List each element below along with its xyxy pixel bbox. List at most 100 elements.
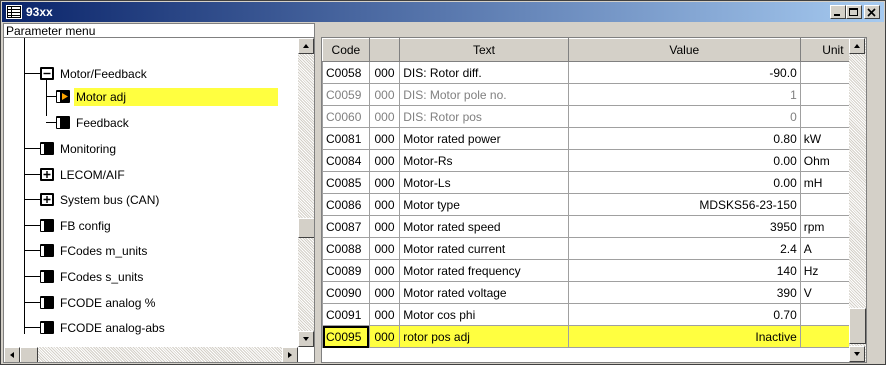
column-header-code[interactable]: Code — [322, 38, 370, 62]
cell-value[interactable]: 1 — [567, 83, 801, 106]
table-row[interactable]: C0060 000 DIS: Rotor pos 0 — [322, 105, 866, 128]
cell-text[interactable]: Motor rated power — [399, 127, 569, 150]
table-row[interactable]: C0085 000 Motor-Ls 0.00 mH — [322, 171, 866, 194]
tree-item[interactable]: FCodes m_units — [40, 241, 280, 261]
tree-item[interactable]: FCODE analog % — [40, 293, 280, 313]
cell-text[interactable]: Motor rated voltage — [399, 281, 569, 304]
cell-code[interactable]: C0086 — [322, 193, 370, 216]
column-header-text[interactable]: Text — [399, 38, 569, 62]
cell-text[interactable]: DIS: Rotor pos — [399, 105, 569, 128]
table-vertical-scrollbar[interactable] — [849, 38, 866, 362]
close-button[interactable] — [864, 5, 880, 19]
cell-code[interactable]: C0059 — [322, 83, 370, 106]
page-icon — [56, 116, 70, 129]
tree-hscroll-thumb[interactable] — [20, 347, 38, 362]
tree-item[interactable]: Feedback — [56, 113, 296, 133]
cell-text[interactable]: Motor type — [399, 193, 569, 216]
cell-value[interactable]: 0.00 — [567, 171, 801, 194]
cell-text[interactable]: Motor cos phi — [399, 303, 569, 326]
table-row[interactable]: C0084 000 Motor-Rs 0.00 Ohm — [322, 149, 866, 172]
table-row[interactable]: C0091 000 Motor cos phi 0.70 — [322, 303, 866, 326]
cell-subcode[interactable]: 000 — [368, 281, 401, 304]
tree-scroll-up-button[interactable] — [298, 38, 314, 54]
cell-value[interactable]: 0.70 — [567, 303, 801, 326]
table-row[interactable]: C0095 000 rotor pos adj Inactive — [322, 325, 866, 348]
table-row[interactable]: C0090 000 Motor rated voltage 390 V — [322, 281, 866, 304]
cell-subcode[interactable]: 000 — [368, 193, 401, 216]
cell-code[interactable]: C0089 — [322, 259, 370, 282]
cell-subcode[interactable]: 000 — [368, 303, 401, 326]
tree-scroll-thumb[interactable] — [298, 218, 314, 238]
cell-code[interactable]: C0081 — [322, 127, 370, 150]
tree-horizontal-scrollbar[interactable] — [4, 347, 298, 362]
cell-subcode[interactable]: 000 — [368, 61, 401, 84]
table-row[interactable]: C0089 000 Motor rated frequency 140 Hz — [322, 259, 866, 282]
cell-subcode[interactable]: 000 — [368, 215, 401, 238]
tree-item[interactable]: FCODE analog-abs — [40, 318, 280, 338]
parameter-menu-header: Parameter menu — [3, 23, 315, 38]
tree-item[interactable]: Monitoring — [40, 139, 280, 159]
cell-value[interactable]: 0 — [567, 105, 801, 128]
tree-item[interactable]: System bus (CAN) — [40, 190, 280, 210]
table-scroll-thumb[interactable] — [849, 308, 866, 344]
cell-value[interactable]: MDSKS56-23-150 — [567, 193, 801, 216]
title-bar[interactable]: 93xx — [2, 2, 884, 22]
cell-code[interactable]: C0058 — [322, 61, 370, 84]
table-row[interactable]: C0087 000 Motor rated speed 3950 rpm — [322, 215, 866, 238]
cell-value[interactable]: 140 — [567, 259, 801, 282]
cell-text[interactable]: Motor-Ls — [399, 171, 569, 194]
table-scroll-up-button[interactable] — [849, 38, 865, 54]
cell-code[interactable]: C0095 — [322, 325, 370, 348]
cell-code[interactable]: C0090 — [322, 281, 370, 304]
cell-value[interactable]: 0.00 — [567, 149, 801, 172]
tree-item[interactable]: Motor/Feedback — [40, 64, 280, 84]
table-scroll-down-button[interactable] — [849, 346, 865, 362]
column-header-subcode[interactable] — [368, 38, 401, 62]
tree-vertical-scrollbar[interactable] — [298, 38, 314, 347]
tree-scroll-left-button[interactable] — [4, 347, 20, 362]
cell-code[interactable]: C0091 — [322, 303, 370, 326]
cell-text[interactable]: Motor rated current — [399, 237, 569, 260]
cell-subcode[interactable]: 000 — [368, 237, 401, 260]
cell-text[interactable]: Motor-Rs — [399, 149, 569, 172]
folder-collapsed-icon — [40, 168, 54, 181]
cell-value[interactable]: 0.80 — [567, 127, 801, 150]
cell-subcode[interactable]: 000 — [368, 105, 401, 128]
table-row[interactable]: C0088 000 Motor rated current 2.4 A — [322, 237, 866, 260]
tree-item[interactable]: FB config — [40, 216, 280, 236]
cell-subcode[interactable]: 000 — [368, 325, 401, 348]
tree-item[interactable]: FCodes s_units — [40, 267, 280, 287]
cell-subcode[interactable]: 000 — [368, 127, 401, 150]
cell-code[interactable]: C0085 — [322, 171, 370, 194]
cell-subcode[interactable]: 000 — [368, 259, 401, 282]
cell-text[interactable]: Motor rated speed — [399, 215, 569, 238]
cell-text[interactable]: rotor pos adj — [399, 325, 569, 348]
cell-value[interactable]: Inactive — [567, 325, 801, 348]
table-body: C0058 000 DIS: Rotor diff. -90.0 C0059 000 DIS… — [322, 61, 866, 348]
table-row[interactable]: C0081 000 Motor rated power 0.80 kW — [322, 127, 866, 150]
cell-text[interactable]: DIS: Rotor diff. — [399, 61, 569, 84]
tree-item[interactable]: Motor adj — [56, 87, 296, 107]
cell-text[interactable]: DIS: Motor pole no. — [399, 83, 569, 106]
cell-value[interactable]: 2.4 — [567, 237, 801, 260]
column-header-value[interactable]: Value — [567, 38, 801, 62]
cell-value[interactable]: 390 — [567, 281, 801, 304]
cell-code[interactable]: C0088 — [322, 237, 370, 260]
cell-code[interactable]: C0084 — [322, 149, 370, 172]
tree-item[interactable]: LECOM/AIF — [40, 165, 280, 185]
minimize-button[interactable] — [830, 5, 846, 19]
cell-text[interactable]: Motor rated frequency — [399, 259, 569, 282]
cell-value[interactable]: -90.0 — [567, 61, 801, 84]
cell-code[interactable]: C0060 — [322, 105, 370, 128]
cell-value[interactable]: 3950 — [567, 215, 801, 238]
cell-code[interactable]: C0087 — [322, 215, 370, 238]
table-row[interactable]: C0059 000 DIS: Motor pole no. 1 — [322, 83, 866, 106]
cell-subcode[interactable]: 000 — [368, 149, 401, 172]
tree-scroll-down-button[interactable] — [298, 331, 314, 347]
cell-subcode[interactable]: 000 — [368, 83, 401, 106]
cell-subcode[interactable]: 000 — [368, 171, 401, 194]
table-row[interactable]: C0086 000 Motor type MDSKS56-23-150 — [322, 193, 866, 216]
tree-scroll-right-button[interactable] — [282, 347, 298, 362]
table-row[interactable]: C0058 000 DIS: Rotor diff. -90.0 — [322, 61, 866, 84]
maximize-button[interactable] — [846, 5, 862, 19]
